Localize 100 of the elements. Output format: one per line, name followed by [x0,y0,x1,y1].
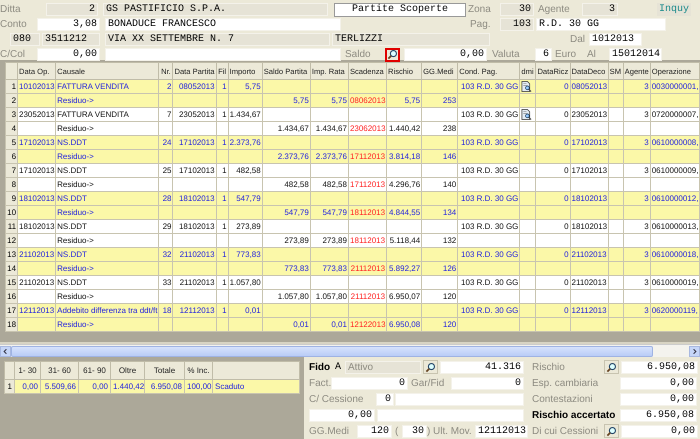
note-field[interactable] [105,48,341,61]
table-cell: 273,89 [236,222,261,230]
close-paren: ) [427,424,432,438]
valuta-field[interactable]: 6 [535,48,552,61]
table-cell: NS.DDT [57,138,87,146]
table-cell: 17102013 [19,138,55,146]
cessioni-field[interactable]: 0,00 [621,424,698,438]
scroll-thumb[interactable] [11,346,653,356]
table-cell: 0610000009, [652,166,698,174]
table-cell: 547,79 [322,208,347,216]
ccol-field[interactable]: 0,00 [37,48,100,61]
address-field[interactable]: VIA XX SETTEMBRE N. 7 [105,33,330,46]
table-row[interactable]: 2 Residuo-> 5,75 5,75 08062013 5,75 253 [6,94,700,108]
table-cell: 103 R.D. 30 GG [461,110,518,118]
table-cell: 18102013 [572,222,608,230]
phone-field[interactable]: 3511212 [42,33,100,46]
table-row[interactable]: 3 23052013 FATTURA VENDITA 7 23052013 1 1.434,67 103 R.D. 30 GG 0 23052013 3 0720000007, [6,108,700,122]
table-cell: 6.950,07 [389,292,420,300]
payment-terms-field[interactable]: R.D. 30 GG [536,18,666,31]
table-cell: 103 R.D. 30 GG [461,138,518,146]
table-row[interactable]: 18 Residuo-> 0,01 0,01 12122013 6.950,08 120 [6,318,700,332]
fact-field[interactable]: 0 [331,376,408,390]
zona-field[interactable]: 30 [500,3,534,16]
row-number: 2 [12,96,16,104]
table-cell: 3 [644,250,649,258]
table-cell: 2.373,76 [230,138,261,146]
table-cell: 773,83 [322,264,347,272]
table-cell: 6.950,08 [150,382,182,391]
contestazioni-field[interactable]: 0,00 [620,392,697,406]
table-cell: 0,00 [92,382,108,391]
days-field[interactable]: 30 [402,424,427,438]
table-cell: Residuo-> [57,292,94,300]
table-cell: 5.509,66 [44,382,76,391]
search-button[interactable] [423,360,438,374]
table-cell: 238 [442,124,456,132]
table-cell: 7 [167,110,172,118]
table-cell: 0,01 [331,320,347,328]
search-button[interactable] [604,424,619,438]
city-field[interactable]: TERLIZZI [332,33,490,46]
table-row[interactable]: 6 Residuo-> 2.373,76 2.373,76 17112013 3.814,18 146 [6,150,700,164]
fido-field[interactable]: 41.316 [440,360,524,374]
table-row[interactable]: 14 Residuo-> 773,83 773,83 21112013 5.892,27 126 [6,262,700,276]
table-cell: 21102013 [180,250,215,258]
document-search-icon[interactable] [521,109,532,120]
horizontal-scrollbar[interactable] [0,344,700,357]
conto-field[interactable]: 3,08 [37,18,100,31]
customer-field[interactable]: BONADUCE FRANCESCO [105,18,341,31]
search-button[interactable] [604,360,619,374]
search-button[interactable] [385,48,400,62]
ult-mov-field[interactable]: 12112013 [475,424,528,438]
table-row[interactable]: 9 18102013 NS.DDT 28 18102013 1 547,79 103 R.D. 30 GG 0 18102013 3 0610000012, [6,192,700,206]
saldo-field[interactable]: 0,00 [404,48,487,61]
table-cell: 12112013 [572,306,607,314]
table-row[interactable]: 8 Residuo-> 482,58 482,58 17112013 4.296,76 140 [6,178,700,192]
cessione-field[interactable]: 0 [376,392,394,406]
table-cell: 18112013 [350,236,386,244]
garfid-field[interactable]: 0 [451,376,524,390]
dal-date-field[interactable]: 1012013 [589,33,642,46]
amount-field[interactable]: 0,00 [309,408,375,422]
prefix-field[interactable]: 080 [10,33,40,46]
partite-scoperte-button[interactable]: Partite Scoperte [334,2,466,16]
table-cell: 12112013 [19,306,54,314]
company-field[interactable]: GS PASTIFICIO S.P.A. [103,3,328,16]
table-row[interactable]: 12 Residuo-> 273,89 273,89 18112013 5.118,44 132 [6,234,700,248]
table-row[interactable]: 4 Residuo-> 1.434,67 1.434,67 23062013 1.440,42 238 [6,122,700,136]
table-cell: Addebito differenza tra ddt/ft [57,306,158,314]
table-cell: 2.373,76 [278,152,309,160]
table-row[interactable]: 15 21102013 NS.DDT 33 21102013 1 1.057,80 103 R.D. 30 GG 0 21102013 3 0610000019, [6,276,700,290]
ditta-field[interactable]: 2 [46,3,98,16]
esp-cambiaria-field[interactable]: 0,00 [620,376,697,390]
pag-field[interactable]: 103 [500,18,534,31]
table-row[interactable]: 17 12112013 Addebito differenza tra ddt/ft 18 12112013 1 0,01 103 R.D. 30 GG 0 12112013 3 0620000119, [6,304,700,318]
table-row[interactable]: 5 17102013 NS.DDT 24 17102013 1 2.373,76 103 R.D. 30 GG 0 17102013 3 0610000008, [6,136,700,150]
cessione-note-field[interactable] [395,392,524,406]
ccol-label: C/Col [0,48,26,61]
table-cell: Residuo-> [57,152,94,160]
amount-note-field[interactable] [377,408,524,422]
row-number: 15 [7,278,16,286]
gg-medi-field[interactable]: 120 [357,424,392,438]
agente-field[interactable]: 3 [582,3,618,16]
table-cell: 32 [162,250,172,258]
scroll-right-icon[interactable] [689,346,700,356]
table-cell: 4.296,76 [389,180,420,188]
table-row[interactable]: 1 10102013 FATTURA VENDITA 2 08052013 1 5,75 103 R.D. 30 GG 0 08052013 3 0030000001, [6,80,700,94]
rischio-field[interactable]: 6.950,08 [621,360,698,374]
scroll-left-icon[interactable] [0,346,11,356]
table-cell: FATTURA VENDITA [57,110,129,118]
table-row[interactable]: 11 18102013 NS.DDT 29 18102013 1 273,89 103 R.D. 30 GG 0 18102013 3 0610000013, [6,220,700,234]
inquy-label: Inquy [657,3,692,16]
rischio-accertato-field[interactable]: 6.950,08 [620,408,697,422]
table-cell: 17102013 [572,166,608,174]
table-cell: 0 [564,222,569,230]
table-row[interactable]: 16 Residuo-> 1.057,80 1.057,80 21112013 6.950,07 120 [6,290,700,304]
row-number: 17 [7,306,16,314]
al-date-field[interactable]: 15012014 [609,48,662,61]
table-row[interactable]: 7 17102013 NS.DDT 25 17102013 1 482,58 103 R.D. 30 GG 0 17102013 3 0610000009, [6,164,700,178]
table-row[interactable]: 10 Residuo-> 547,79 547,79 18112013 4.844,55 134 [6,206,700,220]
table-row[interactable]: 13 21102013 NS.DDT 32 21102013 1 773,83 103 R.D. 30 GG 0 21102013 3 0610000018, [6,248,700,262]
document-search-icon[interactable] [521,81,532,92]
table-cell: 1 [222,82,227,90]
